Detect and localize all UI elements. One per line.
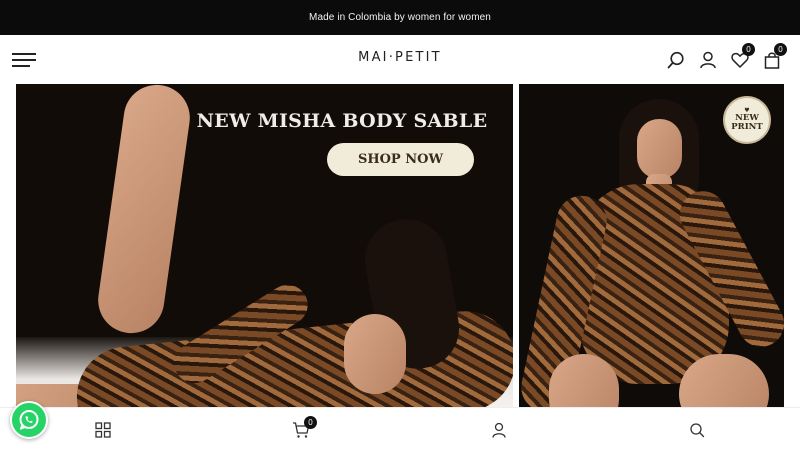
announcement-bar: Made in Colombia by women for women xyxy=(0,0,800,35)
bottom-cart-icon[interactable]: 0 xyxy=(291,416,317,440)
badge-line-print: PRINT xyxy=(731,122,763,132)
wishlist-count-badge: 0 xyxy=(742,43,755,56)
shop-now-button[interactable]: SHOP NOW xyxy=(327,143,474,176)
announcement-text: Made in Colombia by women for women xyxy=(309,12,491,23)
new-print-badge: ♥ NEW PRINT xyxy=(723,96,771,144)
bottom-navigation: 0 xyxy=(0,407,800,450)
bottom-account-icon[interactable] xyxy=(489,420,509,440)
hero-headline: NEW MISHA BODY SABLE xyxy=(196,110,488,132)
model-face xyxy=(637,119,682,179)
hamburger-menu-icon[interactable] xyxy=(12,53,36,67)
site-logo[interactable]: MAI·PETIT xyxy=(358,50,442,65)
account-user-icon[interactable] xyxy=(697,49,719,71)
site-header: MAI·PETIT 0 0 xyxy=(0,35,800,84)
cart-count-badge: 0 xyxy=(774,43,787,56)
search-icon[interactable] xyxy=(665,49,687,71)
cart-bag-icon[interactable]: 0 xyxy=(761,43,787,71)
hero-banner-new-print[interactable]: ♥ NEW PRINT xyxy=(519,84,784,407)
bottom-search-icon[interactable] xyxy=(687,420,707,440)
bottom-cart-count-badge: 0 xyxy=(304,416,317,429)
whatsapp-chat-icon[interactable] xyxy=(10,401,48,439)
model-leg-raised xyxy=(93,84,195,338)
shop-grid-icon[interactable] xyxy=(93,420,113,440)
model-face xyxy=(344,314,406,394)
hero-banner-misha-body[interactable]: NEW MISHA BODY SABLE SHOP NOW xyxy=(16,84,513,407)
wishlist-heart-icon[interactable]: 0 xyxy=(729,43,755,71)
